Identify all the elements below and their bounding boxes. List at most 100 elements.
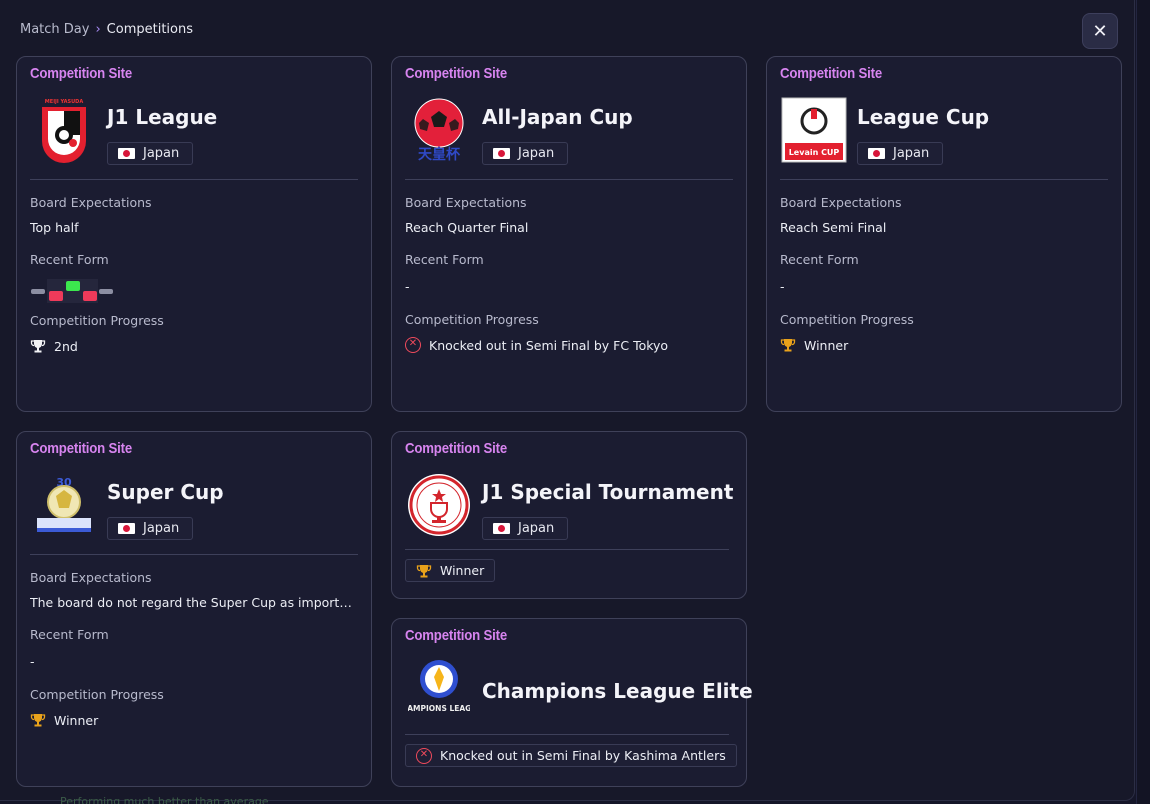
form-result-loss[interactable] <box>81 279 98 303</box>
divider <box>405 179 733 180</box>
competition-site-link[interactable]: Competition Site <box>405 440 507 457</box>
nation-name: Japan <box>518 146 555 161</box>
competition-progress-value: 2nd <box>54 338 78 354</box>
board-expectations-label: Board Expectations <box>405 195 527 210</box>
board-expectations-value: Top half <box>30 220 79 235</box>
competition-progress-value: Knocked out in Semi Final by FC Tokyo <box>429 337 669 353</box>
japan-flag-icon <box>493 523 510 534</box>
super-cup-logo-icon: 30 <box>27 472 101 538</box>
background-edge <box>1136 0 1150 804</box>
competition-progress-label: Competition Progress <box>405 312 539 327</box>
competition-card-j1-special-tournament[interactable]: Competition Site J1 Special Tournament J… <box>391 431 747 599</box>
nation-badge[interactable]: Japan <box>107 517 193 540</box>
recent-form-value: - <box>30 654 35 669</box>
form-result-draw[interactable] <box>98 279 115 303</box>
competition-progress: Winner <box>405 559 496 582</box>
board-expectations-value: Reach Quarter Final <box>405 220 529 235</box>
logo-text: Levain CUP <box>789 148 840 157</box>
competition-card-all-japan-cup[interactable]: Competition Site 天皇杯 All-Japan Cup Japan… <box>391 56 747 412</box>
competition-progress: Winner <box>780 337 848 353</box>
competition-name[interactable]: Super Cup <box>107 480 224 504</box>
divider <box>30 554 358 555</box>
japan-flag-icon <box>493 148 510 159</box>
divider <box>780 179 1108 180</box>
form-result-loss[interactable] <box>47 279 64 303</box>
trophy-gold-icon <box>30 714 46 727</box>
nation-name: Japan <box>893 146 930 161</box>
svg-text:MEIJI YASUDA: MEIJI YASUDA <box>45 99 84 105</box>
board-expectations-value: The board do not regard the Super Cup as… <box>30 595 358 610</box>
divider <box>30 179 358 180</box>
board-expectations-value: Reach Semi Final <box>780 220 887 235</box>
competition-progress: ✕ Knocked out in Semi Final by FC Tokyo <box>405 337 668 353</box>
nation-badge[interactable]: Japan <box>482 517 568 540</box>
champions-league-logo-icon: CHAMPIONS LEAGUE <box>406 657 472 723</box>
breadcrumb-match-day[interactable]: Match Day <box>20 22 89 37</box>
background-text: Performing much better than average <box>60 795 269 804</box>
board-expectations-label: Board Expectations <box>30 195 152 210</box>
board-expectations-label: Board Expectations <box>30 570 152 585</box>
recent-form-strip <box>30 279 115 303</box>
breadcrumb: Match Day › Competitions <box>20 22 193 37</box>
breadcrumb-competitions: Competitions <box>106 22 193 37</box>
competition-site-link[interactable]: Competition Site <box>405 627 507 644</box>
competition-name[interactable]: Champions League Elite <box>482 679 753 703</box>
form-result-draw[interactable] <box>30 279 47 303</box>
competition-card-j1-league[interactable]: Competition Site MEIJI YASUDA J1 League … <box>16 56 372 412</box>
nation-name: Japan <box>143 146 180 161</box>
competition-name[interactable]: J1 Special Tournament <box>482 480 733 504</box>
competition-card-champions-league-elite[interactable]: Competition Site CHAMPIONS LEAGUE Champi… <box>391 618 753 787</box>
j1-league-logo-icon: MEIJI YASUDA <box>33 97 95 163</box>
competition-name[interactable]: League Cup <box>857 105 989 129</box>
knocked-out-icon: ✕ <box>416 747 432 764</box>
competition-site-link[interactable]: Competition Site <box>30 440 132 457</box>
logo-text: 天皇杯 <box>418 146 461 163</box>
competition-site-link[interactable]: Competition Site <box>30 65 132 82</box>
competition-progress: 2nd <box>30 338 78 354</box>
competition-progress: Winner <box>30 712 98 728</box>
board-expectations-label: Board Expectations <box>780 195 902 210</box>
competition-progress-label: Competition Progress <box>780 312 914 327</box>
competition-card-league-cup[interactable]: Competition Site Levain CUP League Cup J… <box>766 56 1122 412</box>
nation-badge[interactable]: Japan <box>482 142 568 165</box>
competition-progress-value: Winner <box>440 563 485 578</box>
competition-progress-value: Winner <box>804 337 849 353</box>
nation-badge[interactable]: Japan <box>107 142 193 165</box>
japan-flag-icon <box>118 523 135 534</box>
japan-flag-icon <box>868 148 885 159</box>
recent-form-label: Recent Form <box>30 627 109 642</box>
all-japan-cup-logo-icon: 天皇杯 <box>408 97 470 163</box>
divider <box>405 734 729 735</box>
league-cup-logo-icon: Levain CUP <box>781 97 847 163</box>
knocked-out-icon: ✕ <box>405 337 421 353</box>
competition-site-link[interactable]: Competition Site <box>780 65 882 82</box>
competition-name[interactable]: J1 League <box>107 105 217 129</box>
competition-progress-label: Competition Progress <box>30 687 164 702</box>
japan-flag-icon <box>118 148 135 159</box>
recent-form-value: - <box>405 279 410 294</box>
logo-text: CHAMPIONS LEAGUE <box>408 704 470 713</box>
trophy-gold-icon <box>416 564 432 577</box>
competition-progress-value: Knocked out in Semi Final by Kashima Ant… <box>440 748 726 763</box>
trophy-gold-icon <box>780 339 796 352</box>
recent-form-label: Recent Form <box>780 252 859 267</box>
nation-name: Japan <box>143 521 180 536</box>
nation-badge[interactable]: Japan <box>857 142 943 165</box>
recent-form-label: Recent Form <box>30 252 109 267</box>
close-icon: ✕ <box>1092 20 1108 42</box>
divider <box>405 549 729 550</box>
nation-name: Japan <box>518 521 555 536</box>
recent-form-label: Recent Form <box>405 252 484 267</box>
recent-form-value: - <box>780 279 785 294</box>
close-button[interactable]: ✕ <box>1082 13 1118 49</box>
competition-progress-label: Competition Progress <box>30 313 164 328</box>
form-result-win[interactable] <box>64 279 81 303</box>
trophy-silver-icon <box>30 340 46 353</box>
competition-card-super-cup[interactable]: Competition Site 30 Super Cup Japan Boar… <box>16 431 372 787</box>
competition-progress: ✕ Knocked out in Semi Final by Kashima A… <box>405 744 737 767</box>
competition-progress-value: Winner <box>54 712 99 728</box>
j1-special-tournament-logo-icon <box>406 472 472 538</box>
competition-site-link[interactable]: Competition Site <box>405 65 507 82</box>
competition-name[interactable]: All-Japan Cup <box>482 105 633 129</box>
chevron-right-icon: › <box>95 22 101 37</box>
